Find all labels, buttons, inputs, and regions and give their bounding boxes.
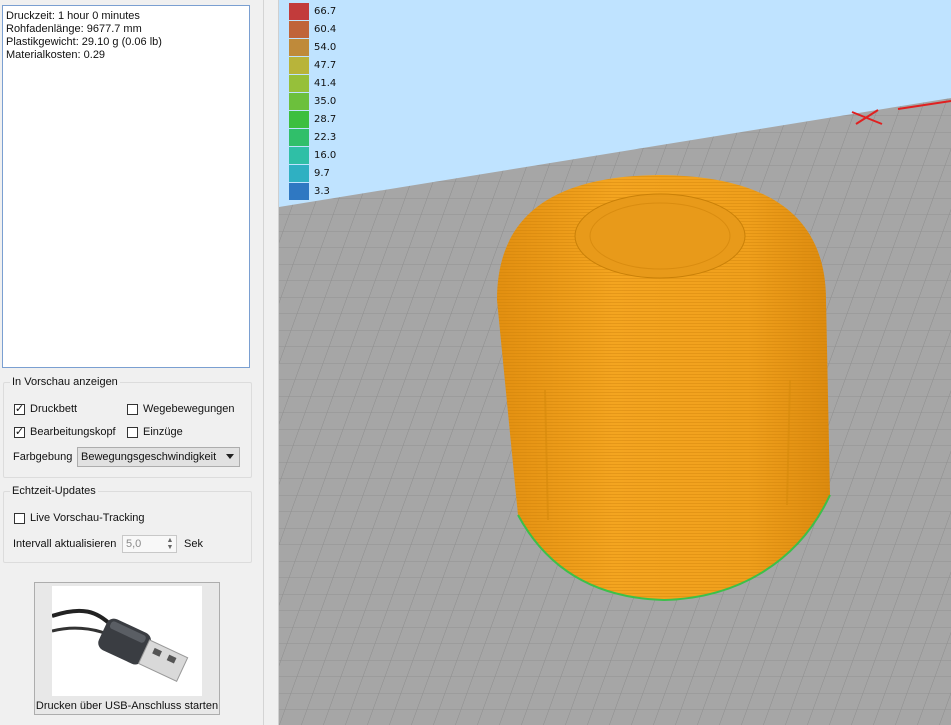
legend-swatch: [289, 93, 309, 110]
chevron-down-icon[interactable]: [226, 454, 234, 459]
legend-row: 22.3: [289, 129, 336, 146]
legend-row: 3.3: [289, 183, 330, 200]
legend-value: 22.3: [314, 132, 337, 143]
unchecked-box-icon[interactable]: [14, 512, 25, 524]
usb-cable-image: [52, 586, 202, 696]
legend-row: 35.0: [289, 93, 336, 110]
toolhead-checkbox[interactable]: ✓ Bearbeitungskopf: [14, 426, 116, 438]
legend-swatch: [289, 147, 309, 164]
3d-preview-viewport[interactable]: [279, 0, 951, 725]
retractions-checkbox[interactable]: Einzüge: [127, 426, 183, 438]
legend-row: 9.7: [289, 165, 330, 182]
check-icon[interactable]: ✓: [14, 403, 25, 415]
filament-length-text: Rohfadenlänge: 9677.7 mm: [6, 23, 142, 35]
legend-swatch: [289, 165, 309, 182]
interval-label: Intervall aktualisieren: [13, 538, 117, 550]
left-panel: Druckzeit: 1 hour 0 minutes Rohfadenläng…: [0, 0, 279, 725]
legend-value: 66.7: [314, 6, 337, 17]
printed-object: [497, 175, 831, 602]
interval-unit: Sek: [184, 538, 203, 550]
coloring-select[interactable]: Bewegungsgeschwindigkeit: [77, 447, 240, 467]
interval-value: 5,0: [126, 538, 142, 550]
legend-value: 28.7: [314, 114, 337, 125]
stepper-arrows-icon[interactable]: ▲ ▼: [165, 537, 175, 551]
legend-swatch: [289, 183, 309, 200]
preview-group-title: In Vorschau anzeigen: [10, 375, 120, 389]
legend-row: 66.7: [289, 3, 336, 20]
legend-swatch: [289, 21, 309, 38]
interval-stepper[interactable]: 5,0 ▲ ▼: [122, 535, 177, 553]
legend-swatch: [289, 129, 309, 146]
unchecked-box-icon[interactable]: [127, 403, 138, 415]
legend-value: 35.0: [314, 96, 337, 107]
print-bed-label: Druckbett: [30, 403, 78, 415]
legend-swatch: [289, 57, 309, 74]
legend-value: 16.0: [314, 150, 337, 161]
legend-swatch: [289, 75, 309, 92]
legend-value: 60.4: [314, 24, 337, 35]
legend-row: 54.0: [289, 39, 336, 56]
legend-row: 60.4: [289, 21, 336, 38]
legend-swatch: [289, 39, 309, 56]
live-tracking-checkbox[interactable]: Live Vorschau-Tracking: [14, 512, 145, 524]
legend-swatch: [289, 111, 309, 128]
legend-value: 41.4: [314, 78, 337, 89]
realtime-group-title: Echtzeit-Updates: [10, 484, 98, 498]
coloring-label: Farbgebung: [13, 451, 73, 463]
check-icon[interactable]: ✓: [14, 426, 25, 438]
legend-row: 41.4: [289, 75, 336, 92]
legend-row: 28.7: [289, 111, 336, 128]
usb-print-button[interactable]: Drucken über USB-Anschluss starten: [34, 582, 220, 715]
legend-value: 3.3: [314, 186, 330, 197]
legend-value: 9.7: [314, 168, 330, 179]
travel-moves-label: Wegebewegungen: [143, 403, 235, 415]
retractions-label: Einzüge: [143, 426, 183, 438]
print-bed-checkbox[interactable]: ✓ Druckbett: [14, 403, 77, 415]
toolhead-label: Bearbeitungskopf: [30, 426, 116, 438]
plastic-weight-text: Plastikgewicht: 29.10 g (0.06 lb): [6, 36, 162, 48]
coloring-select-value: Bewegungsgeschwindigkeit: [81, 451, 217, 463]
travel-moves-checkbox[interactable]: Wegebewegungen: [127, 403, 235, 415]
material-cost-text: Materialkosten: 0.29: [6, 49, 106, 61]
usb-print-label: Drucken über USB-Anschluss starten: [35, 700, 219, 712]
legend-swatch: [289, 3, 309, 20]
print-time-text: Druckzeit: 1 hour 0 minutes: [6, 10, 140, 22]
unchecked-box-icon[interactable]: [127, 426, 138, 438]
live-tracking-label: Live Vorschau-Tracking: [30, 512, 145, 524]
legend-value: 47.7: [314, 60, 337, 71]
splitter: [263, 0, 264, 725]
legend-value: 54.0: [314, 42, 337, 53]
print-info-box: Druckzeit: 1 hour 0 minutes Rohfadenläng…: [2, 5, 250, 368]
legend-row: 16.0: [289, 147, 336, 164]
legend-row: 47.7: [289, 57, 336, 74]
